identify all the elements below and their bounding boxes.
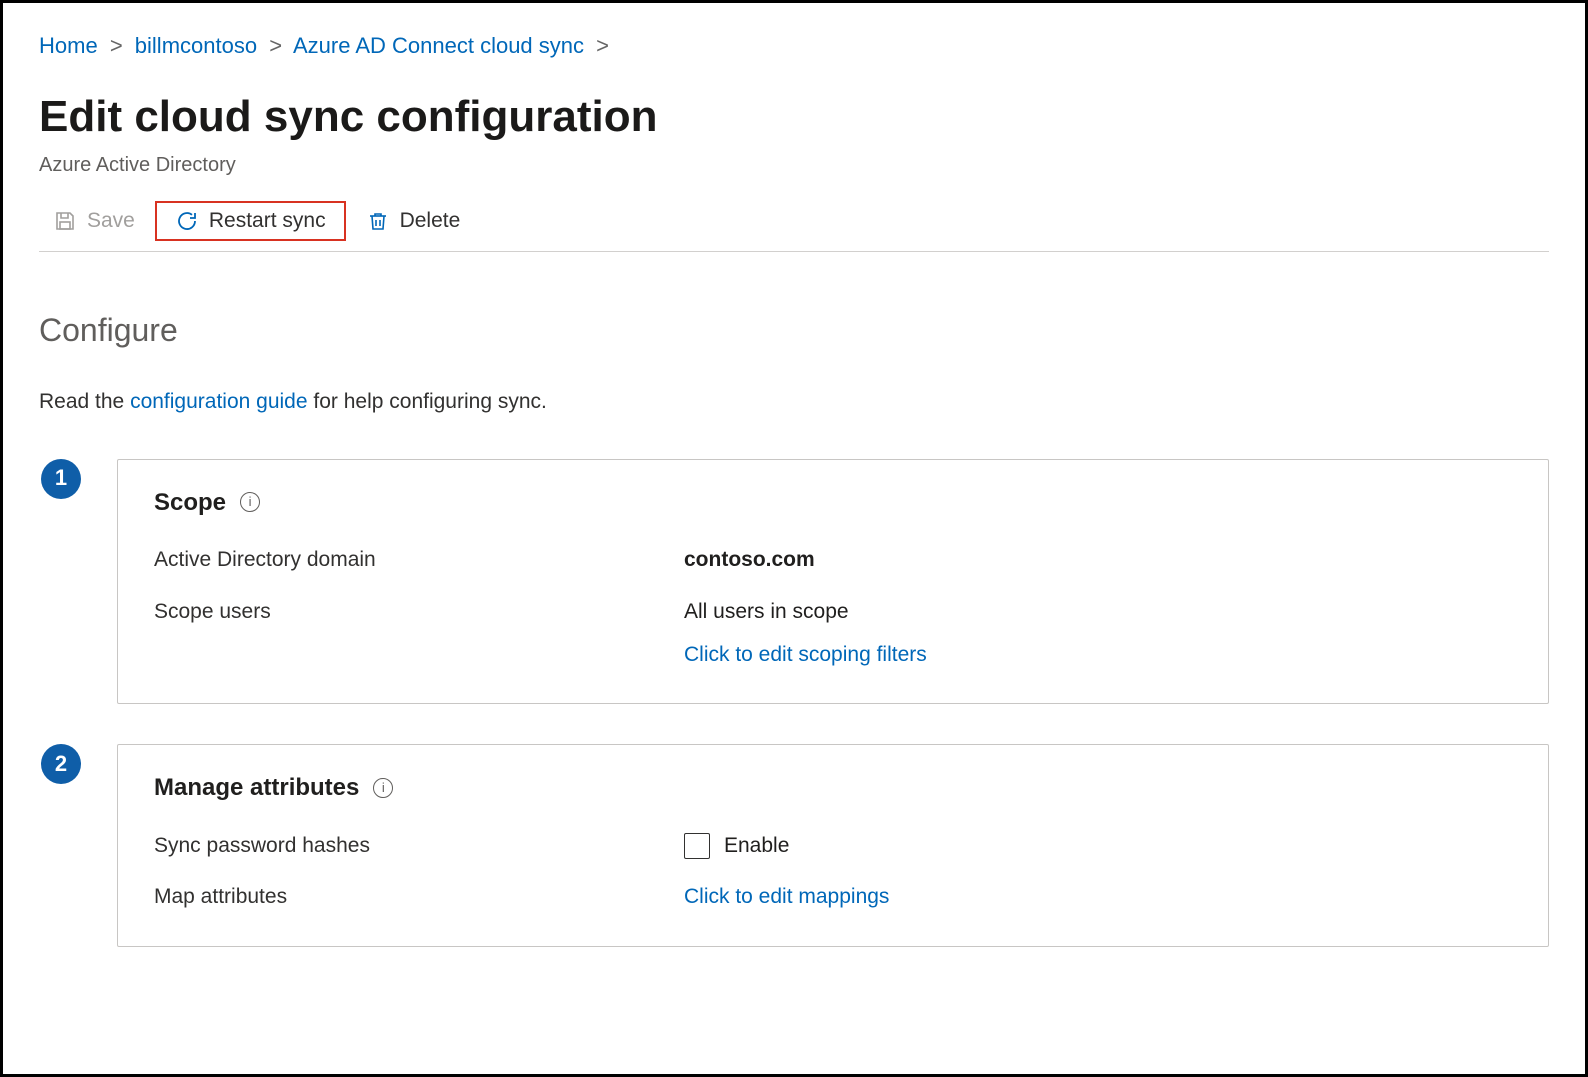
info-icon[interactable]: i <box>240 492 260 512</box>
breadcrumb-tenant[interactable]: billmcontoso <box>135 33 257 58</box>
breadcrumb-home[interactable]: Home <box>39 33 98 58</box>
restart-icon <box>175 209 199 233</box>
configuration-guide-link[interactable]: configuration guide <box>130 390 307 413</box>
breadcrumb: Home > billmcontoso > Azure AD Connect c… <box>39 31 1549 62</box>
configure-heading: Configure <box>39 308 1549 353</box>
trash-icon <box>366 209 390 233</box>
save-button-label: Save <box>87 209 135 233</box>
guide-suffix: for help configuring sync. <box>308 390 547 413</box>
scope-card: Scope i Active Directory domain contoso.… <box>117 459 1549 705</box>
manage-attributes-title: Manage attributes <box>154 771 359 805</box>
breadcrumb-cloud-sync[interactable]: Azure AD Connect cloud sync <box>293 33 584 58</box>
delete-button-label: Delete <box>400 209 461 233</box>
guide-prefix: Read the <box>39 390 130 413</box>
scope-card-title: Scope <box>154 486 226 520</box>
restart-sync-label: Restart sync <box>209 209 326 233</box>
ad-domain-label: Active Directory domain <box>154 545 684 574</box>
scope-users-value: All users in scope <box>684 597 927 626</box>
info-icon[interactable]: i <box>373 778 393 798</box>
save-button[interactable]: Save <box>39 203 149 239</box>
restart-sync-button[interactable]: Restart sync <box>155 201 346 241</box>
enable-checkbox-label: Enable <box>724 831 789 860</box>
step-number-badge: 1 <box>41 459 81 499</box>
enable-checkbox[interactable] <box>684 833 710 859</box>
save-icon <box>53 209 77 233</box>
chevron-right-icon: > <box>269 33 282 58</box>
step-scope: 1 Scope i Active Directory domain contos… <box>41 459 1549 705</box>
ad-domain-value: contoso.com <box>684 545 815 574</box>
edit-mappings-link[interactable]: Click to edit mappings <box>684 882 889 911</box>
step-manage-attributes: 2 Manage attributes i Sync password hash… <box>41 744 1549 946</box>
edit-scoping-filters-link[interactable]: Click to edit scoping filters <box>684 640 927 669</box>
configure-description: Read the configuration guide for help co… <box>39 387 1549 416</box>
page-subtitle: Azure Active Directory <box>39 151 1549 179</box>
page-title: Edit cloud sync configuration <box>39 86 1549 148</box>
scope-users-label: Scope users <box>154 597 684 626</box>
step-number-badge: 2 <box>41 744 81 784</box>
map-attributes-label: Map attributes <box>154 882 684 911</box>
manage-attributes-card: Manage attributes i Sync password hashes… <box>117 744 1549 946</box>
command-bar: Save Restart sync Delete <box>39 201 1549 252</box>
chevron-right-icon: > <box>110 33 123 58</box>
chevron-right-icon: > <box>596 33 609 58</box>
sync-password-label: Sync password hashes <box>154 831 684 860</box>
delete-button[interactable]: Delete <box>352 203 475 239</box>
